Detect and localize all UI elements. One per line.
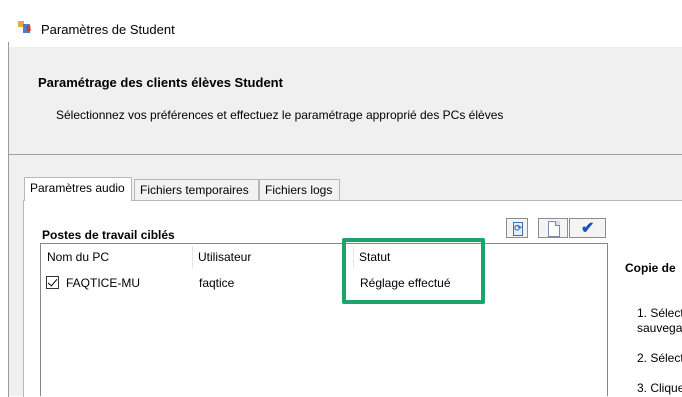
right-panel-title: Copie de: [625, 261, 676, 275]
section-title: Postes de travail ciblés: [42, 228, 175, 242]
cell-pc-name: FAQTICE-MU: [66, 276, 140, 290]
refresh-button[interactable]: ⟳: [506, 218, 528, 238]
column-header-user[interactable]: Utilisateur: [198, 250, 251, 264]
row-checkbox[interactable]: [46, 276, 59, 289]
right-panel-step: 2. Sélect: [637, 351, 682, 365]
check-icon: ✔: [581, 220, 595, 237]
app-icon: s: [18, 21, 31, 34]
right-panel-step: 1. Sélect: [637, 306, 682, 320]
refresh-icon: ⟳: [513, 222, 523, 236]
header-subtitle: Sélectionnez vos préférences et effectue…: [56, 108, 504, 122]
tab-parametres-audio[interactable]: Paramètres audio: [24, 177, 132, 201]
tab-fichiers-temporaires[interactable]: Fichiers temporaires: [134, 179, 259, 201]
column-header-pc[interactable]: Nom du PC: [47, 250, 109, 264]
document-icon: [548, 221, 560, 237]
header-band: Paramétrage des clients élèves Student S…: [9, 47, 682, 163]
right-panel-step: 3. Clique: [637, 381, 682, 395]
apply-button[interactable]: ✔: [569, 218, 606, 238]
target-pc-list[interactable]: [40, 243, 608, 396]
document-button[interactable]: [538, 218, 568, 238]
window-title: Paramètres de Student: [41, 22, 175, 37]
title-bar: s Paramètres de Student: [8, 8, 682, 42]
tab-fichiers-logs[interactable]: Fichiers logs: [259, 179, 340, 201]
header-title: Paramétrage des clients élèves Student: [38, 75, 283, 90]
column-separator: [192, 246, 193, 268]
right-panel-step: sauvega: [637, 321, 682, 335]
status-highlight-box: [342, 238, 485, 304]
cell-user: faqtice: [199, 276, 235, 290]
